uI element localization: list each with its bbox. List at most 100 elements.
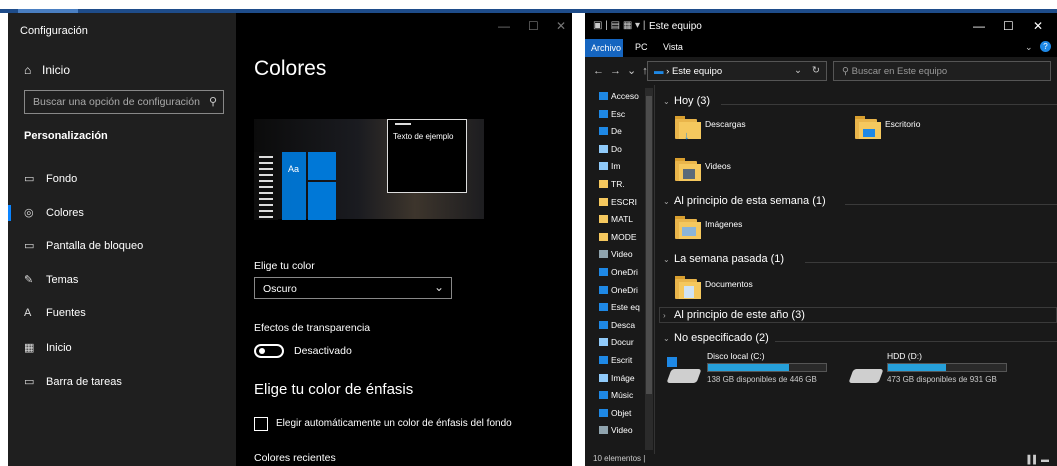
nav-home[interactable]: ⌂ Inicio xyxy=(24,63,70,77)
nav-item-fondo[interactable]: ▭ Fondo xyxy=(8,163,236,193)
item-documentos[interactable]: Documentos xyxy=(705,279,753,289)
nav-item-temas[interactable]: ✎ Temas xyxy=(8,264,236,294)
tree-item-label: Acceso xyxy=(611,91,639,101)
ribbon-expand-icon[interactable]: ⌄ xyxy=(1025,42,1033,53)
start-icon: ▦ xyxy=(24,342,35,354)
tab-archivo[interactable]: Archivo xyxy=(585,39,623,57)
help-icon[interactable]: ? xyxy=(1040,41,1051,52)
group-header-year[interactable]: › Al principio de este año (3) xyxy=(663,309,805,321)
desktop-screen: Configuración ⌂ Inicio Buscar una opción … xyxy=(0,0,1057,466)
address-text: Este equipo xyxy=(671,66,723,77)
section-heading: Personalización xyxy=(24,130,108,142)
folder-icon[interactable] xyxy=(675,275,701,301)
lock-screen-icon: ▭ xyxy=(24,240,35,252)
download-icon: ↓ xyxy=(684,130,690,142)
refresh-icon[interactable]: ↻ xyxy=(812,65,820,76)
item-descargas[interactable]: Descargas xyxy=(705,119,746,129)
preview-tiles: Aa xyxy=(282,152,336,220)
view-toggle-icons[interactable]: ▌▌ ▬ xyxy=(1027,455,1049,464)
transparency-toggle[interactable] xyxy=(254,344,284,358)
recent-colors-label: Colores recientes xyxy=(254,452,336,464)
group-label: La semana pasada (1) xyxy=(674,253,785,265)
chevron-down-icon: ⌄ xyxy=(433,280,444,294)
maximize-button[interactable]: ☐ xyxy=(528,19,539,39)
chevron-down-icon: ⌄ xyxy=(663,97,670,106)
minimize-button[interactable]: — xyxy=(498,19,510,39)
navigation-arrows[interactable]: ←→⌄↑ xyxy=(593,64,654,77)
nav-item-inicio[interactable]: ▦ Inicio xyxy=(8,332,236,362)
address-bar[interactable]: ▬ › Este equipo ⌄ ↻ xyxy=(647,61,827,81)
preview-text: Texto de ejemplo xyxy=(393,132,454,141)
search-icon: ⚲ xyxy=(842,66,852,77)
tab-pc[interactable]: PC xyxy=(635,42,648,52)
tree-item-label: OneDri xyxy=(611,267,638,277)
settings-search-input[interactable]: Buscar una opción de configuración ⚲ xyxy=(24,90,224,114)
address-row: ←→⌄↑ ▬ › Este equipo ⌄ ↻ ⚲ Buscar en Est… xyxy=(585,57,1057,85)
group-header-unspecified[interactable]: ⌄ No especificado (2) xyxy=(663,332,769,344)
chevron-down-icon[interactable]: ⌄ xyxy=(794,65,802,76)
settings-title: Configuración xyxy=(20,25,88,37)
drive-name: HDD (D:) xyxy=(887,351,922,361)
folder-icon xyxy=(599,180,608,188)
chevron-down-icon: ⌄ xyxy=(663,197,670,206)
close-button[interactable]: ✕ xyxy=(556,19,566,39)
music-icon xyxy=(599,391,608,400)
group-label: Al principio de esta semana (1) xyxy=(674,195,826,207)
nav-item-colores[interactable]: ◎ Colores xyxy=(8,197,236,227)
group-header-today[interactable]: ⌄ Hoy (3) xyxy=(663,95,710,107)
minimize-button[interactable]: — xyxy=(973,19,985,33)
nav-item-fuentes[interactable]: A Fuentes xyxy=(8,298,236,328)
desktop-icon xyxy=(599,109,608,118)
item-videos[interactable]: Videos xyxy=(705,161,731,171)
cloud-icon xyxy=(599,268,608,276)
auto-accent-checkbox[interactable] xyxy=(254,417,268,431)
item-imagenes[interactable]: Imágenes xyxy=(705,219,742,229)
folder-icon[interactable]: ↓ xyxy=(675,115,701,142)
item-escritorio[interactable]: Escritorio xyxy=(885,119,920,129)
settings-window: Configuración ⌂ Inicio Buscar una opción … xyxy=(8,13,572,466)
choose-color-value: Oscuro xyxy=(263,283,297,295)
explorer-title: Este equipo xyxy=(649,21,702,32)
desktop-icon xyxy=(599,356,608,364)
palette-icon: ◎ xyxy=(24,207,34,219)
tab-vista[interactable]: Vista xyxy=(663,42,683,52)
ribbon-tabs: Archivo PC Vista ⌄ ? xyxy=(585,39,1057,57)
nav-item-pantalla-bloqueo[interactable]: ▭ Pantalla de bloqueo xyxy=(8,230,236,260)
group-header-last-week[interactable]: ⌄ La semana pasada (1) xyxy=(663,253,784,265)
drive-free-text: 473 GB disponibles de 931 GB xyxy=(887,375,997,384)
navigation-scrollbar[interactable] xyxy=(645,88,653,450)
windows-logo-icon xyxy=(667,357,677,367)
download-icon xyxy=(599,127,608,136)
objects-icon xyxy=(599,408,608,417)
folder-icon[interactable] xyxy=(855,115,881,141)
explorer-search-input[interactable]: ⚲ Buscar en Este equipo xyxy=(833,61,1051,81)
preview-window: Texto de ejemplo xyxy=(387,119,467,193)
folder-icon xyxy=(599,232,608,241)
nav-item-label: Fondo xyxy=(46,173,78,185)
folder-icon[interactable] xyxy=(675,215,701,241)
maximize-button[interactable]: ☐ xyxy=(1003,19,1014,33)
search-icon[interactable]: ⚲ xyxy=(209,95,217,108)
settings-main: — ☐ ✕ Colores Aa Texto de ejemplo Elige … xyxy=(236,13,572,466)
tree-item-label: Escrit xyxy=(611,355,633,365)
folder-icon xyxy=(599,215,608,224)
chevron-right-icon: › xyxy=(663,311,666,320)
preview-tile-label: Aa xyxy=(288,164,300,174)
tree-item-label: MATL xyxy=(611,214,634,225)
group-divider xyxy=(805,262,1057,263)
background-icon: ▭ xyxy=(24,173,35,185)
quick-access-toolbar[interactable]: ▣ | ▤ ▦ ▾ | xyxy=(593,20,645,31)
group-label: Hoy (3) xyxy=(674,95,711,107)
close-button[interactable]: ✕ xyxy=(1033,19,1043,33)
folder-icon[interactable] xyxy=(675,157,701,183)
preview-tile xyxy=(308,152,336,180)
preview-tile xyxy=(308,182,336,220)
color-preview: Aa Texto de ejemplo xyxy=(254,119,484,220)
transparency-value: Desactivado xyxy=(294,345,352,357)
pictures-icon xyxy=(599,162,608,171)
nav-item-barra-tareas[interactable]: ▭ Barra de tareas xyxy=(8,366,236,396)
star-icon xyxy=(599,92,608,100)
navigation-pane: Acceso Esc De Do Im TR. ESCRI MATL MODE Video OneD… xyxy=(585,85,653,454)
choose-color-dropdown[interactable]: Oscuro ⌄ xyxy=(254,277,452,299)
group-header-week[interactable]: ⌄ Al principio de esta semana (1) xyxy=(663,195,826,207)
